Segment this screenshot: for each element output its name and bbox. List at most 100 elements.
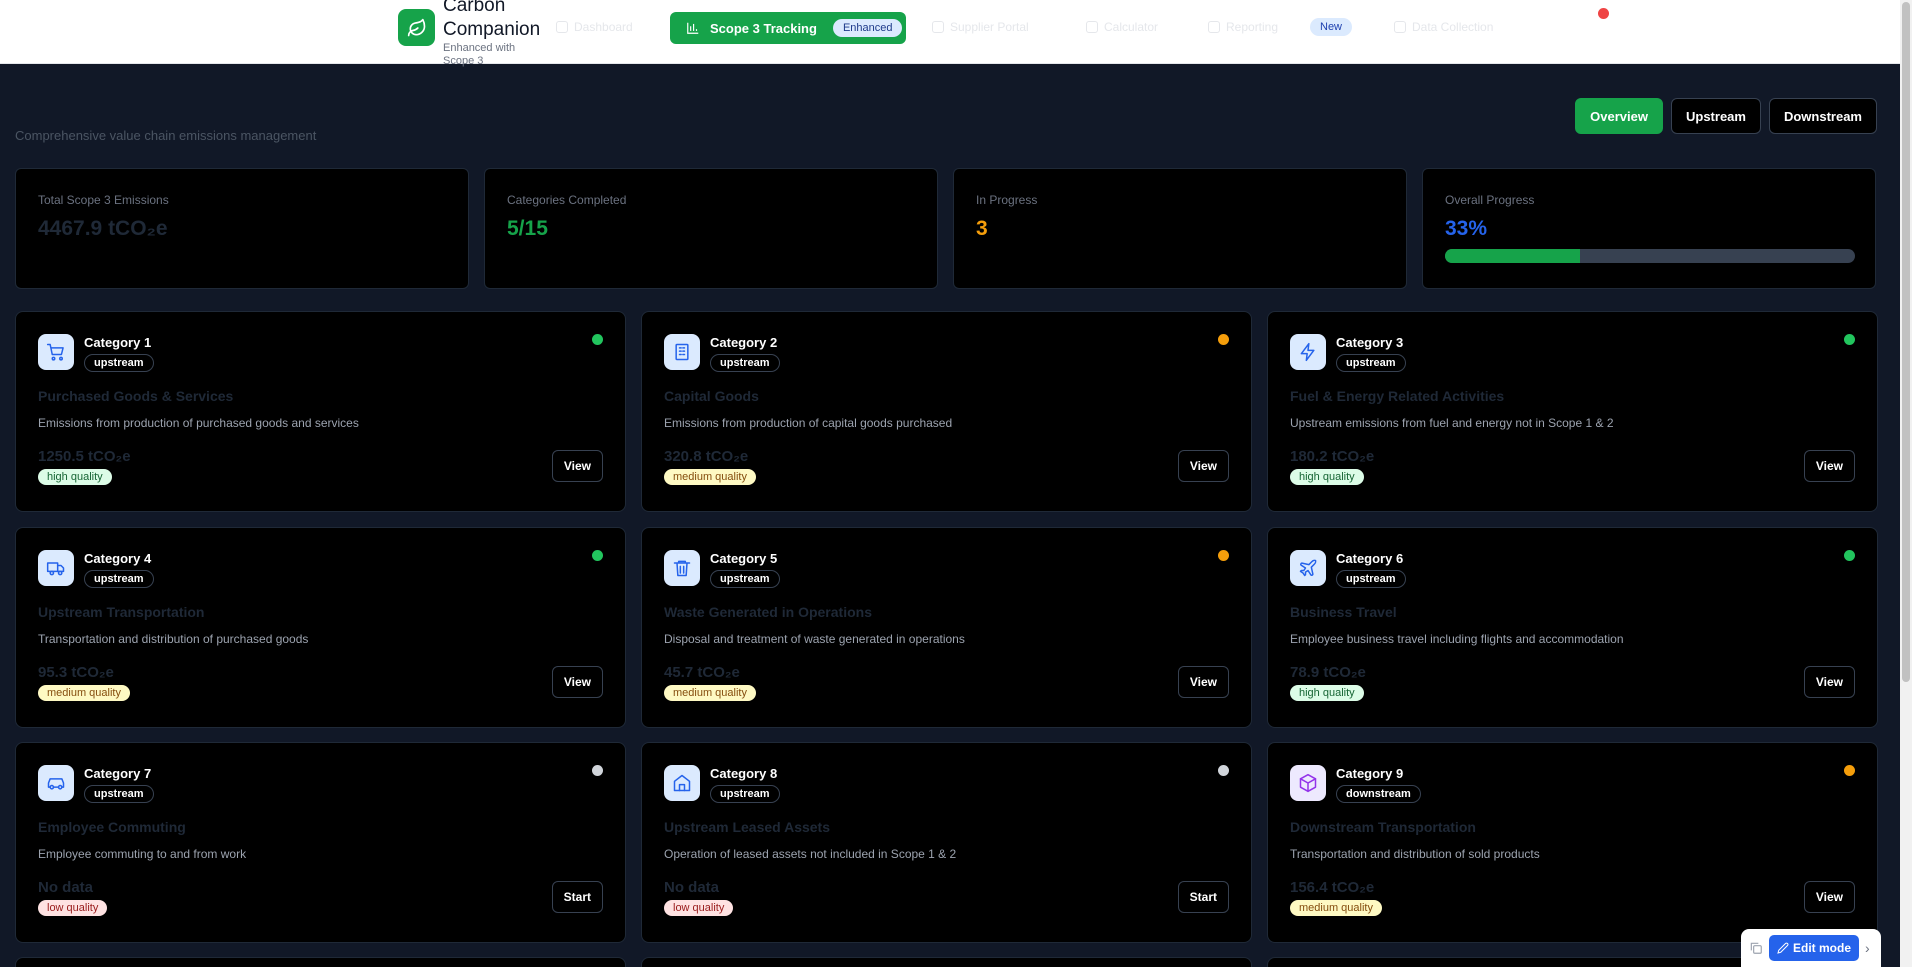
stat-value: 3 <box>976 217 988 240</box>
category-stream-tag: downstream <box>1336 785 1421 803</box>
quality-badge: medium quality <box>38 685 130 701</box>
nav-item-dashboard[interactable]: Dashboard <box>556 20 633 34</box>
category-description: Operation of leased assets not included … <box>664 847 957 861</box>
view-button[interactable]: View <box>1803 450 1855 482</box>
category-card[interactable]: Category 8 upstream Upstream Leased Assets… <box>641 742 1252 943</box>
view-button[interactable]: View <box>1803 881 1855 913</box>
stat-label: Overall Progress <box>1445 193 1535 207</box>
start-button[interactable]: Start <box>551 881 603 913</box>
view-button[interactable]: View <box>551 666 603 698</box>
status-dot <box>592 765 603 776</box>
chevron-right-icon[interactable]: › <box>1865 940 1870 956</box>
category-stream-tag: upstream <box>1336 354 1406 372</box>
enhanced-badge: Enhanced <box>832 19 903 37</box>
nav-item-data-collection[interactable]: Data Collection <box>1394 20 1493 34</box>
lightning-icon <box>1290 334 1326 370</box>
quality-badge: medium quality <box>664 685 756 701</box>
app-title: Carbon Companion <box>443 0 541 40</box>
nav-item-calculator[interactable]: Calculator <box>1086 20 1158 34</box>
tab-upstream[interactable]: Upstream <box>1671 98 1761 134</box>
file-icon <box>1208 21 1220 33</box>
notification-dot[interactable] <box>1598 8 1609 19</box>
category-description: Transportation and distribution of sold … <box>1290 847 1540 861</box>
category-card[interactable]: Category 7 upstream Employee Commuting Empl… <box>15 742 626 943</box>
nav-item-reporting[interactable]: Reporting <box>1208 20 1278 34</box>
home-icon <box>664 765 700 801</box>
edit-mode-button[interactable]: Edit mode <box>1769 935 1860 961</box>
page-subtitle: Comprehensive value chain emissions mana… <box>15 128 317 143</box>
category-emissions: No data <box>664 879 720 896</box>
category-stream-tag: upstream <box>710 570 780 588</box>
status-dot <box>1844 334 1855 345</box>
category-title: Category 1 <box>84 335 152 350</box>
new-badge: New <box>1310 18 1353 36</box>
status-dot <box>1218 334 1229 345</box>
nav-item-scope3-tracking[interactable]: Scope 3 Tracking Enhanced <box>670 12 906 44</box>
category-stream-tag: upstream <box>710 354 780 372</box>
edit-mode-toolbar: Edit mode › <box>1741 929 1881 967</box>
progress-bar-fill <box>1445 249 1581 263</box>
stat-in-progress: In Progress 3 <box>953 168 1407 289</box>
scrollbar-thumb[interactable] <box>1902 2 1910 682</box>
category-title: Category 4 <box>84 551 152 566</box>
category-description: Transportation and distribution of purch… <box>38 632 309 646</box>
category-emissions: 95.3 tCO₂e <box>38 664 114 681</box>
category-stream-tag: upstream <box>710 785 780 803</box>
tab-overview[interactable]: Overview <box>1575 98 1663 134</box>
category-stream-tag: upstream <box>84 570 154 588</box>
category-title: Category 7 <box>84 766 152 781</box>
quality-badge: high quality <box>1290 685 1364 701</box>
category-emissions: 180.2 tCO₂e <box>1290 448 1375 465</box>
category-card[interactable]: Category 3 upstream Fuel & Energy Related … <box>1267 311 1878 512</box>
stat-value: 5/15 <box>507 217 548 240</box>
quality-badge: low quality <box>664 900 734 916</box>
tab-downstream[interactable]: Downstream <box>1768 98 1877 134</box>
stat-overall-progress: Overall Progress 33% <box>1422 168 1876 289</box>
brand[interactable]: Carbon Companion Enhanced with Scope 3 <box>398 0 553 68</box>
category-title: Category 3 <box>1336 335 1404 350</box>
copy-icon[interactable] <box>1749 941 1763 955</box>
quality-badge: medium quality <box>1290 900 1382 916</box>
trash-icon <box>664 550 700 586</box>
category-title: Category 5 <box>710 551 778 566</box>
plane-icon <box>1290 550 1326 586</box>
quality-badge: high quality <box>38 469 112 485</box>
database-icon <box>1394 21 1406 33</box>
card-peek <box>15 957 626 967</box>
top-nav-bar: Carbon Companion Enhanced with Scope 3 D… <box>0 0 1900 67</box>
car-icon <box>38 765 74 801</box>
category-name: Downstream Transportation <box>1290 819 1476 835</box>
scrollbar[interactable] <box>1900 0 1912 967</box>
category-card[interactable]: Category 2 upstream Capital Goods Emissions… <box>641 311 1252 512</box>
category-card[interactable]: Category 5 upstream Waste Generated in Ope… <box>641 527 1252 728</box>
category-card[interactable]: Category 9 downstream Downstream Transport… <box>1267 742 1878 943</box>
truck-icon <box>38 550 74 586</box>
view-button[interactable]: View <box>1803 666 1855 698</box>
category-stream-tag: upstream <box>1336 570 1406 588</box>
category-emissions: 156.4 tCO₂e <box>1290 879 1375 896</box>
category-title: Category 6 <box>1336 551 1404 566</box>
stat-label: In Progress <box>976 193 1038 207</box>
quality-badge: medium quality <box>664 469 756 485</box>
nav-item-supplier-portal[interactable]: Supplier Portal <box>932 20 1029 34</box>
stat-label: Total Scope 3 Emissions <box>38 193 169 207</box>
view-button[interactable]: View <box>1177 450 1229 482</box>
category-card[interactable]: Category 6 upstream Business Travel Employe… <box>1267 527 1878 728</box>
quality-badge: low quality <box>38 900 108 916</box>
shopping-cart-icon <box>38 334 74 370</box>
category-title: Category 8 <box>710 766 778 781</box>
category-emissions: 78.9 tCO₂e <box>1290 664 1366 681</box>
category-emissions: 1250.5 tCO₂e <box>38 448 131 465</box>
category-name: Capital Goods <box>664 388 759 404</box>
start-button[interactable]: Start <box>1177 881 1229 913</box>
package-icon <box>1290 765 1326 801</box>
category-card[interactable]: Category 1 upstream Purchased Goods & Serv… <box>15 311 626 512</box>
category-description: Employee business travel including fligh… <box>1290 632 1624 646</box>
category-card[interactable]: Category 4 upstream Upstream Transportatio… <box>15 527 626 728</box>
category-name: Employee Commuting <box>38 819 186 835</box>
view-button[interactable]: View <box>1177 666 1229 698</box>
status-dot <box>592 550 603 561</box>
app-subtitle: Enhanced with Scope 3 <box>443 42 516 67</box>
view-button[interactable]: View <box>551 450 603 482</box>
category-name: Upstream Leased Assets <box>664 819 831 835</box>
